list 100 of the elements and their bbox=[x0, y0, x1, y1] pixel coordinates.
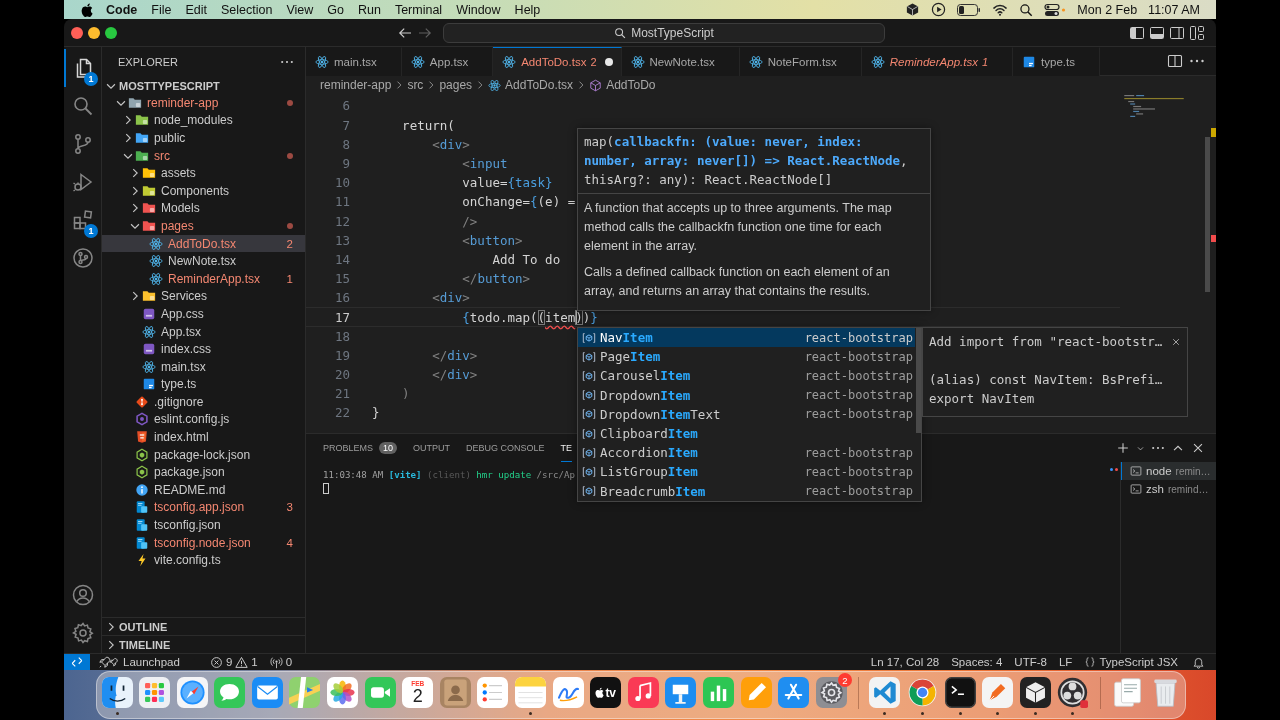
language-mode[interactable]: TypeScript JSX bbox=[1078, 654, 1184, 670]
file-tree-item[interactable]: AddToDo.tsx 2 bbox=[102, 234, 305, 253]
envelope-icon[interactable] bbox=[251, 677, 283, 708]
panel-toggle-icon[interactable] bbox=[1149, 24, 1165, 41]
search-icon[interactable] bbox=[1019, 2, 1034, 17]
plus-icon[interactable] bbox=[1116, 441, 1130, 455]
menu-item[interactable]: File bbox=[151, 2, 172, 17]
music-note-icon[interactable] bbox=[627, 677, 659, 708]
file-tree-item[interactable]: vite.config.ts bbox=[102, 551, 305, 570]
command-center-search[interactable]: MostTypeScript bbox=[443, 22, 885, 43]
wifi-icon[interactable] bbox=[992, 2, 1009, 17]
editor-tab[interactable]: ReminderApp.tsx 1 bbox=[861, 47, 1014, 76]
scribble-icon[interactable] bbox=[552, 677, 584, 708]
apple-icon[interactable] bbox=[81, 2, 93, 17]
toggles-icon[interactable] bbox=[1044, 1, 1067, 18]
panel-tab[interactable]: DEBUG CONSOLE bbox=[466, 434, 545, 462]
pen-nib-icon[interactable] bbox=[982, 677, 1014, 708]
panel-tab[interactable]: PROBLEMS 10 bbox=[323, 434, 398, 462]
scrollbar-thumb[interactable] bbox=[1205, 137, 1210, 292]
bell-icon[interactable] bbox=[1192, 655, 1205, 669]
ports-status[interactable]: 0 bbox=[263, 654, 299, 670]
account-icon[interactable] bbox=[70, 583, 95, 607]
battery-icon[interactable] bbox=[957, 3, 982, 16]
suggestion-item[interactable]: ClipboardItem bbox=[578, 423, 915, 444]
file-tree-item[interactable]: App.tsx bbox=[102, 322, 305, 341]
secondary-sidebar-toggle-icon[interactable] bbox=[1169, 24, 1185, 41]
file-tree-item[interactable]: package.json bbox=[102, 463, 305, 482]
file-tree-item[interactable]: eslint.config.js bbox=[102, 410, 305, 429]
editor-tab[interactable]: App.tsx bbox=[401, 47, 494, 76]
layout-grid-icon[interactable] bbox=[1189, 24, 1205, 41]
folder-tree-item[interactable]: pages bbox=[102, 217, 305, 235]
folder-tree-item[interactable]: assets bbox=[102, 164, 305, 182]
documents-stack-icon[interactable] bbox=[1112, 677, 1144, 708]
close-window-button[interactable] bbox=[71, 26, 83, 39]
app-grid-icon[interactable] bbox=[139, 677, 171, 708]
status-item[interactable]: LF bbox=[1052, 654, 1079, 670]
terminal-session[interactable]: node remin… bbox=[1121, 462, 1216, 480]
status-item[interactable]: Spaces: 4 bbox=[945, 654, 1009, 670]
browser-icon[interactable] bbox=[906, 677, 938, 708]
settings-icon[interactable] bbox=[70, 621, 95, 645]
folder-tree-item[interactable]: reminder-app bbox=[102, 94, 305, 112]
section-header[interactable]: OUTLINE bbox=[102, 617, 305, 635]
file-tree-item[interactable]: ReminderApp.tsx 1 bbox=[102, 269, 305, 288]
cube-icon[interactable] bbox=[905, 2, 921, 17]
podium-icon[interactable] bbox=[665, 677, 697, 708]
menu-item[interactable]: Window bbox=[456, 2, 501, 17]
menu-item[interactable]: View bbox=[286, 2, 314, 17]
terminal-icon[interactable] bbox=[944, 677, 976, 708]
ring-logo-icon[interactable] bbox=[1057, 677, 1089, 708]
suggestion-item[interactable]: NavItem react-bootstrap bbox=[578, 328, 915, 348]
split-editor-icon[interactable] bbox=[1167, 53, 1183, 69]
section-header[interactable]: MOSTTYPESCRIPT bbox=[102, 77, 305, 94]
menu-item[interactable]: Edit bbox=[185, 2, 207, 17]
minimize-window-button[interactable] bbox=[88, 26, 100, 39]
terminal-session[interactable]: zsh remind… bbox=[1121, 480, 1216, 498]
file-tree-item[interactable]: tsconfig.node.json 4 bbox=[102, 533, 305, 552]
file-tree-item[interactable]: tsconfig.json bbox=[102, 516, 305, 534]
file-tree-item[interactable]: App.css bbox=[102, 305, 305, 323]
menu-item[interactable]: Selection bbox=[220, 2, 273, 17]
editor-tab[interactable]: main.tsx bbox=[306, 47, 402, 76]
breadcrumb-item[interactable]: AddToDo.tsx bbox=[488, 78, 574, 92]
zoom-window-button[interactable] bbox=[105, 26, 117, 39]
gear-icon[interactable] bbox=[815, 677, 847, 708]
editor-tab[interactable]: NoteForm.tsx bbox=[739, 47, 862, 76]
file-tree-item[interactable]: package-lock.json bbox=[102, 445, 305, 464]
suggestion-item[interactable]: BreadcrumbItem react-bootstrap bbox=[578, 481, 915, 501]
folder-tree-item[interactable]: Services bbox=[102, 287, 305, 306]
menu-bar-date[interactable]: Mon 2 Feb bbox=[1077, 2, 1138, 17]
folder-tree-item[interactable]: Models bbox=[102, 199, 305, 218]
menu-item[interactable]: Go bbox=[327, 2, 344, 17]
code-editor-icon[interactable] bbox=[869, 677, 901, 708]
breadcrumb-item[interactable]: pages bbox=[439, 78, 473, 92]
menu-bar-time[interactable]: 11:07 AM bbox=[1148, 2, 1200, 17]
folder-tree-item[interactable]: node_modules bbox=[102, 111, 305, 130]
editor-tab[interactable]: NewNote.tsx bbox=[621, 47, 740, 76]
menu-item[interactable]: Terminal bbox=[394, 2, 443, 17]
menu-item[interactable]: Run bbox=[357, 2, 381, 17]
menu-item[interactable]: Help bbox=[514, 2, 541, 17]
suggestion-item[interactable]: DropdownItem react-bootstrap bbox=[578, 385, 915, 405]
close-icon[interactable] bbox=[1171, 336, 1181, 347]
panel-tab[interactable]: OUTPUT bbox=[413, 434, 451, 462]
flower-icon[interactable] bbox=[327, 677, 359, 708]
folder-tree-item[interactable]: Components bbox=[102, 181, 305, 200]
suggestion-item[interactable]: ListGroupItem react-bootstrap bbox=[578, 462, 915, 482]
suggestion-item[interactable]: DropdownItemText react-bootstrap bbox=[578, 404, 915, 424]
panel-tab[interactable]: TE bbox=[560, 434, 573, 462]
file-tree-item[interactable]: NewNote.tsx bbox=[102, 252, 305, 270]
problems-status[interactable]: 9 1 bbox=[203, 654, 264, 670]
status-item[interactable]: UTF-8 bbox=[1008, 654, 1053, 670]
file-tree-item[interactable]: README.md bbox=[102, 481, 305, 499]
close-icon[interactable] bbox=[1191, 441, 1205, 455]
two-tone-face-icon[interactable] bbox=[101, 677, 133, 708]
tv-app-button[interactable]: tv bbox=[590, 677, 622, 708]
scrollbar-thumb[interactable] bbox=[916, 328, 921, 433]
file-tree-item[interactable]: .gitignore bbox=[102, 393, 305, 411]
file-tree-item[interactable]: type.ts bbox=[102, 375, 305, 394]
breadcrumb-item[interactable]: src bbox=[407, 78, 424, 92]
status-item[interactable]: Ln 17, Col 28 bbox=[864, 654, 946, 670]
app-menu[interactable]: Code bbox=[106, 2, 138, 17]
breadcrumb-item[interactable]: reminder-app bbox=[320, 78, 392, 92]
